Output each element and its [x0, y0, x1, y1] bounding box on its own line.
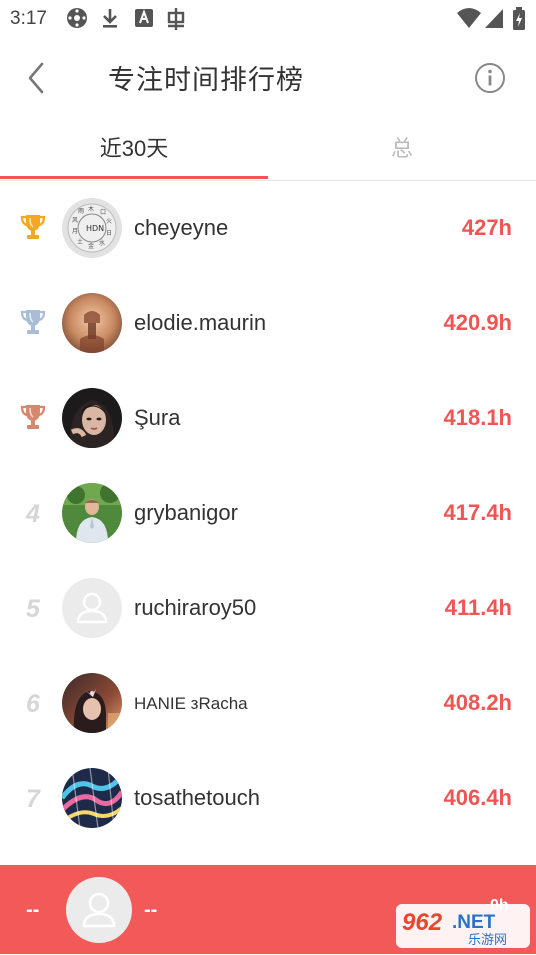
ranking-row[interactable]: 4 grybanigor 417.4h [0, 466, 536, 561]
status-time: 3:17 [10, 8, 47, 29]
svg-text:风: 风 [72, 217, 78, 224]
svg-text:.NET: .NET [452, 912, 496, 933]
username: HANIE зRacha [134, 694, 248, 713]
avatar[interactable] [62, 768, 122, 828]
rank-number: 6 [26, 690, 40, 718]
svg-text:木: 木 [88, 205, 94, 213]
ranking-row[interactable]: Şura 418.1h [0, 371, 536, 466]
avatar[interactable] [62, 673, 122, 733]
svg-text:水: 水 [99, 239, 105, 247]
focus-hours: 406.4h [443, 785, 513, 810]
svg-text:月: 月 [72, 228, 78, 235]
username: elodie.maurin [134, 310, 267, 335]
ranking-row[interactable]: 7 tosathetouch 406.4h [0, 751, 536, 846]
avatar[interactable]: 木口火日水金土月风雨 HDN [62, 198, 122, 258]
signal-icon [484, 7, 504, 34]
download-icon [100, 7, 120, 34]
focus-hours: 411.4h [444, 595, 512, 620]
info-icon [475, 63, 505, 93]
silver-trophy-icon [14, 306, 52, 342]
title-bar: 专注时间排行榜 [0, 36, 536, 120]
tab-bar: 近30天 总 [0, 120, 536, 181]
svg-text:金: 金 [88, 242, 94, 250]
username: grybanigor [134, 500, 238, 525]
gold-trophy-icon [14, 211, 52, 247]
avatar[interactable] [62, 388, 122, 448]
ranking-row[interactable]: 6 HANIE зRacha 408.2h [0, 656, 536, 751]
default-avatar-icon[interactable] [62, 578, 122, 638]
rank-number: 5 [26, 595, 40, 623]
active-tab-indicator [0, 176, 268, 179]
rank-number: 4 [26, 500, 40, 528]
svg-text:日: 日 [106, 230, 112, 237]
wifi-icon [456, 7, 482, 34]
a-box-icon [134, 7, 154, 34]
status-bar: 3:17 [0, 0, 536, 36]
svg-text:乐游网: 乐游网 [468, 933, 507, 948]
rank-number: 7 [26, 785, 40, 813]
focus-hours: 418.1h [443, 405, 513, 430]
ranking-row[interactable]: 木口火日水金土月风雨 HDN cheyeyne 427h [0, 181, 536, 276]
svg-text:962: 962 [402, 909, 443, 936]
tab-total[interactable]: 总 [268, 120, 536, 178]
username: cheyeyne [134, 215, 229, 240]
page-title: 专注时间排行榜 [108, 65, 304, 95]
back-button[interactable] [18, 56, 58, 100]
svg-text:土: 土 [77, 238, 83, 246]
focus-hours: 427h [461, 215, 512, 240]
svg-text:雨: 雨 [78, 208, 84, 215]
bronze-trophy-icon [14, 401, 52, 437]
ranking-row[interactable]: elodie.maurin 420.9h [0, 276, 536, 371]
default-avatar-icon[interactable] [66, 877, 132, 943]
svg-text:火: 火 [106, 218, 112, 225]
info-button[interactable] [474, 62, 506, 94]
battery-charging-icon [512, 7, 526, 36]
bug-icon [164, 7, 188, 36]
settings-dot-icon [66, 7, 88, 34]
focus-hours: 417.4h [443, 500, 513, 525]
username: tosathetouch [134, 785, 260, 810]
username: Şura [134, 405, 181, 430]
avatar[interactable] [62, 483, 122, 543]
avatar[interactable] [62, 293, 122, 353]
my-username: -- [144, 899, 158, 921]
ranking-row[interactable]: 5 ruchiraroy50 411.4h [0, 561, 536, 656]
username: ruchiraroy50 [134, 595, 257, 620]
site-watermark-logo: 962 .NET 乐游网 [396, 902, 530, 950]
back-chevron-icon [28, 62, 44, 94]
svg-text:口: 口 [100, 209, 106, 216]
my-rank: -- [26, 899, 40, 921]
focus-hours: 408.2h [443, 690, 513, 715]
focus-hours: 420.9h [443, 310, 513, 335]
tab-last-30-days[interactable]: 近30天 [0, 120, 268, 178]
svg-text:HDN: HDN [86, 224, 104, 233]
